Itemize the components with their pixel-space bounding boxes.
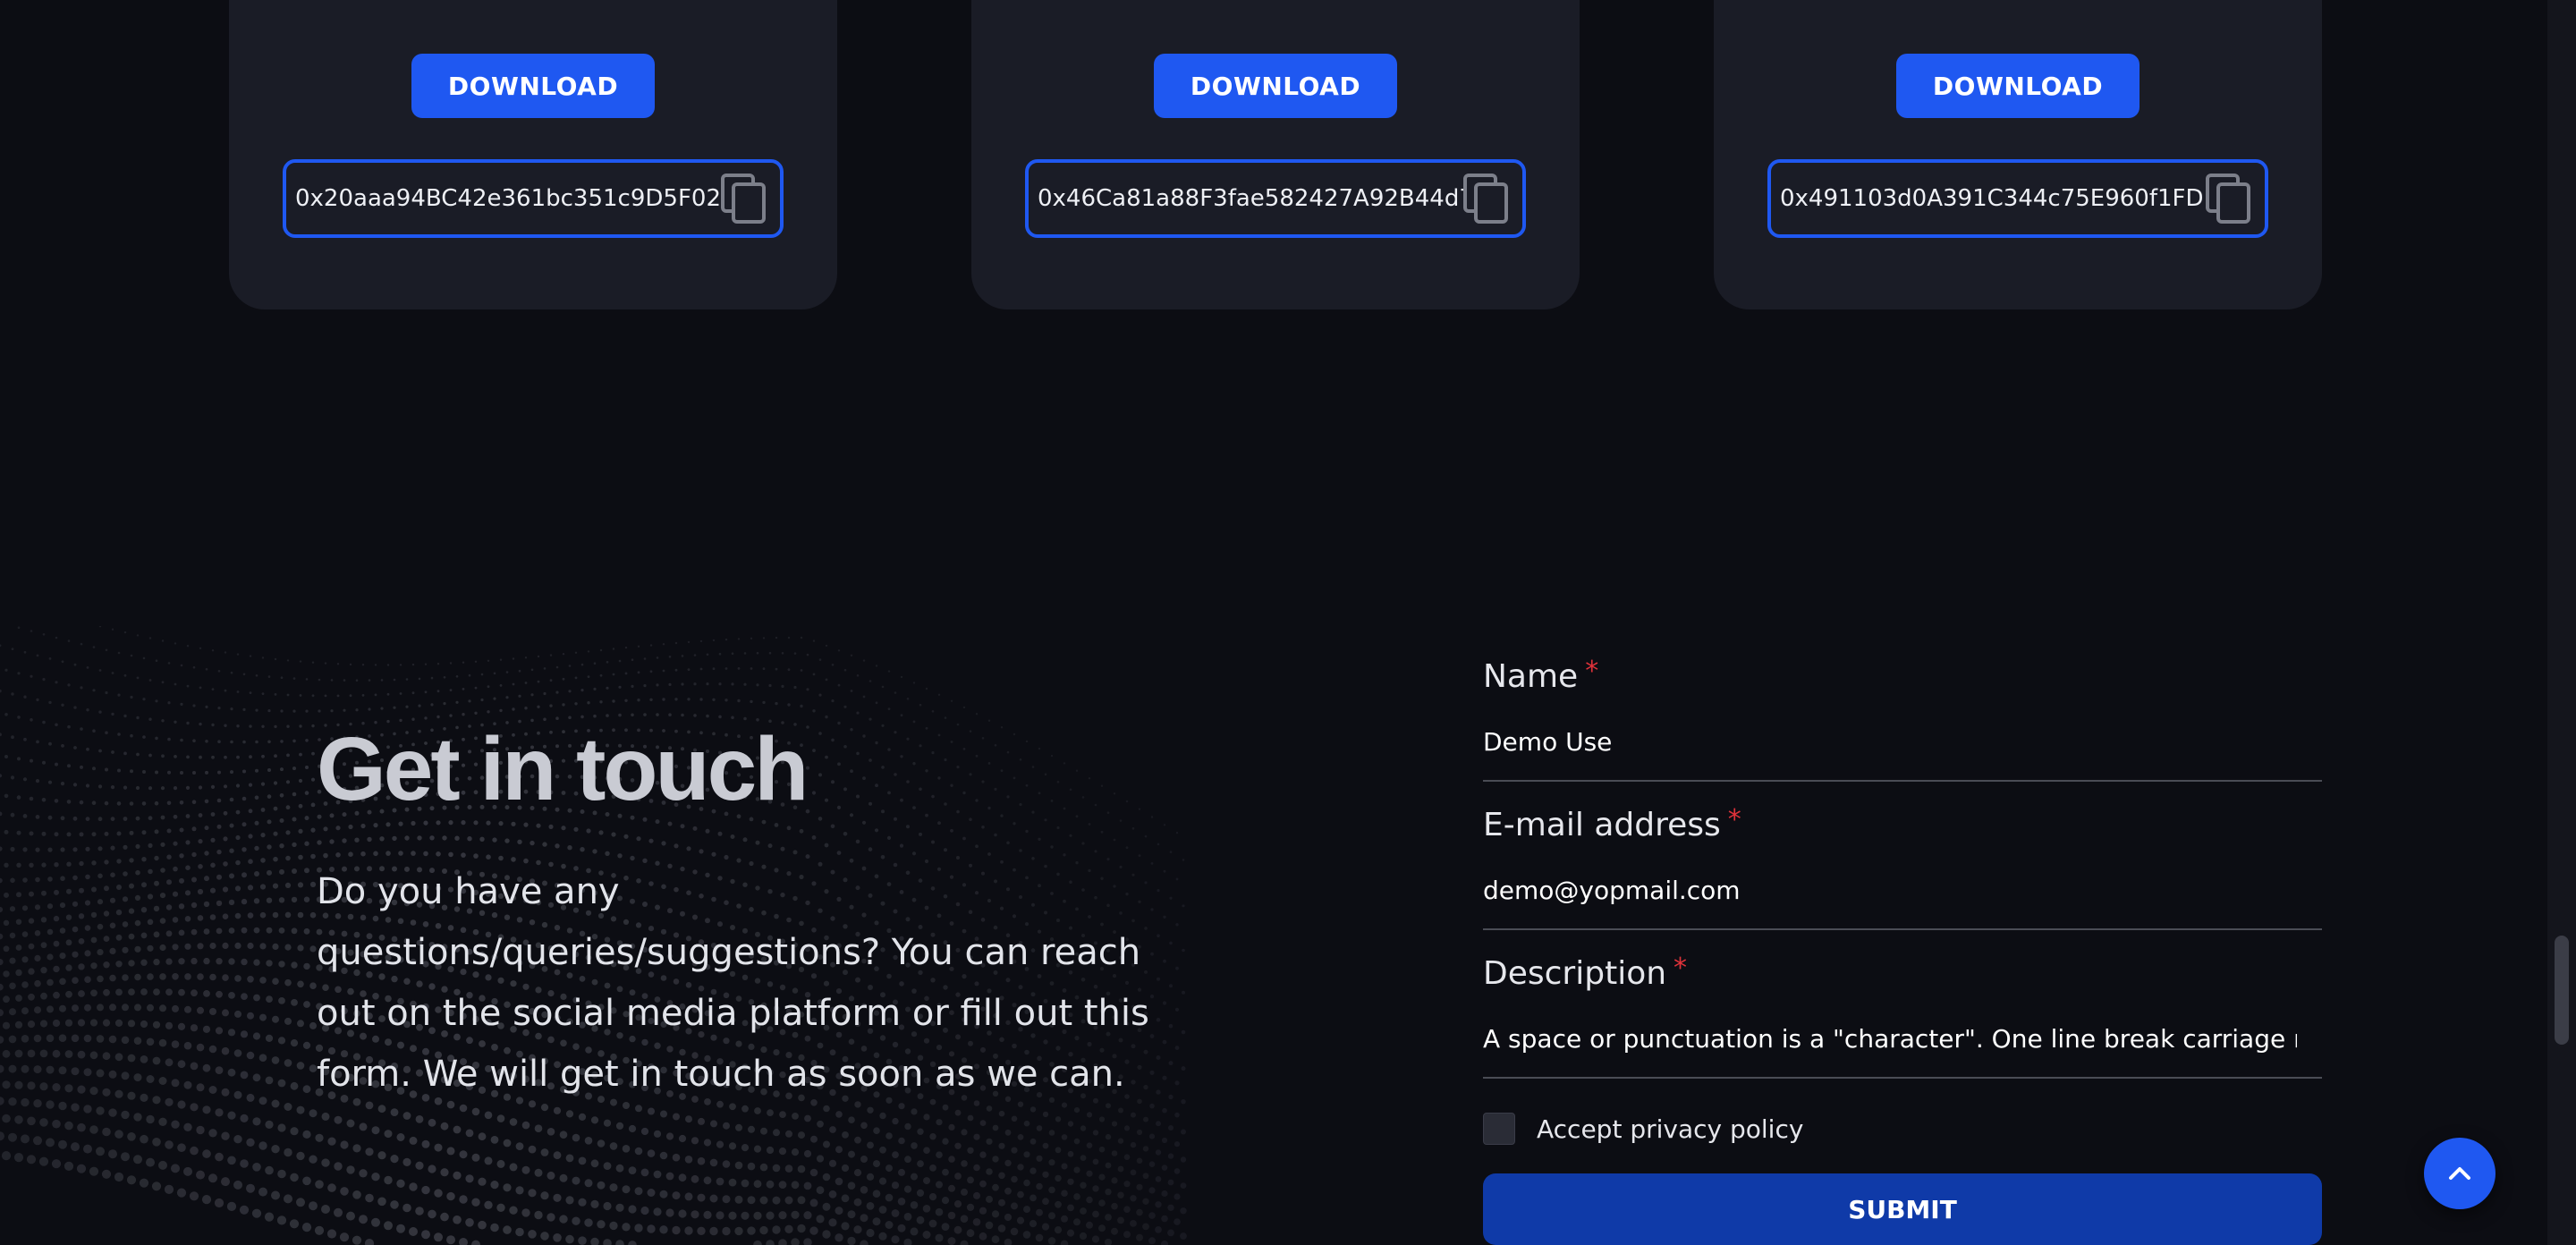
name-input[interactable]	[1483, 723, 2297, 762]
required-marker: *	[1674, 953, 1688, 984]
wallet-address-text: 0x46Ca81a88F3fae582427A92B44d784E	[1038, 185, 1463, 212]
privacy-policy-row: Accept privacy policy	[1483, 1111, 1803, 1147]
wallet-card: DOWNLOAD 0x46Ca81a88F3fae582427A92B44d78…	[971, 0, 1580, 309]
email-field: E-mail address *	[1483, 801, 2322, 930]
wallet-address-text: 0x491103d0A391C344c75E960f1FDFf94	[1780, 185, 2206, 212]
wallet-card: DOWNLOAD 0x491103d0A391C344c75E960f1FDFf…	[1714, 0, 2322, 309]
copy-icon[interactable]	[1462, 172, 1513, 225]
name-label: Name *	[1483, 656, 1599, 695]
description-label: Description *	[1483, 953, 1688, 992]
required-marker: *	[1727, 804, 1741, 835]
description-input[interactable]: A space or punctuation is a "character".…	[1483, 1020, 2297, 1059]
chevron-up-icon	[2449, 1167, 2470, 1180]
wallet-address-field[interactable]: 0x491103d0A391C344c75E960f1FDFf94	[1767, 159, 2268, 238]
privacy-policy-label[interactable]: Accept privacy policy	[1537, 1114, 1803, 1144]
privacy-policy-checkbox[interactable]	[1483, 1113, 1515, 1145]
contact-description: Do you have any questions/queries/sugges…	[317, 871, 1149, 1095]
copy-icon[interactable]	[2204, 172, 2256, 225]
name-label-text: Name	[1483, 658, 1579, 695]
wallet-card: DOWNLOAD 0x20aaa94BC42e361bc351c9D5F023F…	[229, 0, 837, 309]
wallet-address-text: 0x20aaa94BC42e361bc351c9D5F023FC	[295, 185, 721, 212]
submit-button[interactable]: SUBMIT	[1483, 1173, 2322, 1245]
wallet-address-field[interactable]: 0x46Ca81a88F3fae582427A92B44d784E	[1025, 159, 1526, 238]
name-field: Name *	[1483, 653, 2322, 782]
description-field: Description * A space or punctuation is a…	[1483, 950, 2322, 1079]
scroll-to-top-button[interactable]	[2424, 1138, 2496, 1209]
download-button[interactable]: DOWNLOAD	[1896, 54, 2140, 118]
copy-icon[interactable]	[719, 172, 771, 225]
description-label-text: Description	[1483, 955, 1667, 992]
page: DOWNLOAD 0x20aaa94BC42e361bc351c9D5F023F…	[0, 0, 2576, 1245]
download-button[interactable]: DOWNLOAD	[411, 54, 655, 118]
wallet-address-field[interactable]: 0x20aaa94BC42e361bc351c9D5F023FC	[283, 159, 784, 238]
scrollbar-thumb[interactable]	[2555, 936, 2569, 1045]
scrollbar-track[interactable]	[2547, 0, 2576, 1245]
download-button[interactable]: DOWNLOAD	[1154, 54, 1397, 118]
email-label-text: E-mail address	[1483, 807, 1721, 843]
required-marker: *	[1585, 656, 1599, 687]
email-label: E-mail address *	[1483, 804, 1741, 843]
email-input[interactable]	[1483, 871, 2297, 910]
contact-title: Get in touch	[317, 719, 809, 819]
